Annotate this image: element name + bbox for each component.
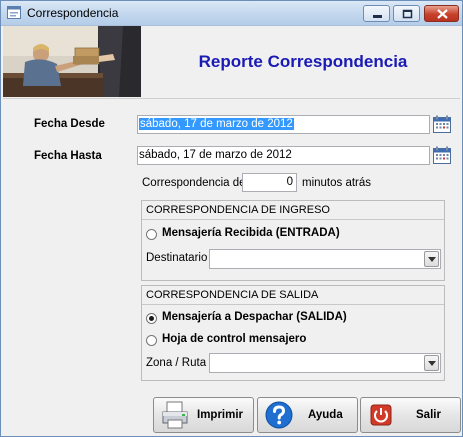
exit-button[interactable]: Salir: [360, 397, 461, 433]
report-header: Reporte Correspondencia: [3, 26, 460, 99]
fecha-hasta-label: Fecha Hasta: [34, 150, 102, 162]
zona-ruta-select[interactable]: [209, 353, 441, 373]
maximize-button[interactable]: [393, 5, 420, 22]
exit-button-label: Salir: [416, 409, 441, 421]
mensajeria-recibida-label[interactable]: Mensajería Recibida (ENTRADA): [162, 227, 340, 239]
ingreso-group: CORRESPONDENCIA DE INGRESO Mensajería Re…: [141, 200, 445, 281]
minimize-button[interactable]: [363, 5, 390, 22]
fecha-hasta-picker[interactable]: sábado, 17 de marzo de 2012: [137, 146, 430, 165]
chevron-down-icon[interactable]: [424, 355, 439, 371]
destinatario-select[interactable]: [209, 249, 441, 269]
salida-group: CORRESPONDENCIA DE SALIDA Mensajería a D…: [141, 285, 445, 381]
salida-group-title: CORRESPONDENCIA DE SALIDA: [142, 286, 444, 305]
help-button-label: Ayuda: [308, 409, 343, 421]
ingreso-group-title: CORRESPONDENCIA DE INGRESO: [142, 201, 444, 220]
app-form-icon: [7, 6, 21, 19]
office-mail-handoff-photo: [3, 26, 141, 97]
fecha-desde-label: Fecha Desde: [34, 118, 105, 130]
chevron-down-icon[interactable]: [424, 251, 439, 267]
destinatario-label: Destinatario: [146, 252, 208, 264]
hoja-control-radio[interactable]: [146, 335, 157, 346]
title-bar[interactable]: Correspondencia: [1, 1, 462, 26]
correspondencia-window: Correspondencia Reporte Correspondencia …: [0, 0, 463, 437]
minimize-icon: [373, 15, 382, 18]
minutes-suffix-label: minutos atrás: [302, 177, 372, 189]
minutes-prefix-label: Correspondencia de: [142, 177, 246, 189]
hoja-control-label[interactable]: Hoja de control mensajero: [162, 333, 306, 345]
maximize-icon: [402, 9, 413, 19]
print-button-label: Imprimir: [197, 409, 244, 421]
mensajeria-despachar-radio[interactable]: [146, 313, 157, 324]
window-title: Correspondencia: [27, 6, 119, 20]
calendar-icon[interactable]: [433, 115, 451, 133]
report-title: Reporte Correspondencia: [198, 52, 408, 71]
close-button[interactable]: [424, 5, 459, 22]
help-button[interactable]: Ayuda: [257, 397, 358, 433]
exit-power-icon: [370, 404, 392, 426]
printer-icon: [162, 401, 188, 429]
calendar-icon[interactable]: [433, 146, 451, 164]
fecha-desde-picker[interactable]: sábado, 17 de marzo de 2012: [137, 115, 430, 134]
fecha-desde-value: sábado, 17 de marzo de 2012: [139, 118, 294, 130]
help-question-icon: [265, 401, 293, 429]
mensajeria-despachar-label[interactable]: Mensajería a Despachar (SALIDA): [162, 311, 347, 323]
close-icon: [437, 9, 448, 19]
minutes-input[interactable]: 0: [242, 173, 297, 192]
zona-ruta-label: Zona / Ruta: [146, 357, 207, 369]
mensajeria-recibida-radio[interactable]: [146, 229, 157, 240]
fecha-hasta-value: sábado, 17 de marzo de 2012: [139, 149, 292, 161]
print-button[interactable]: Imprimir: [153, 397, 254, 433]
